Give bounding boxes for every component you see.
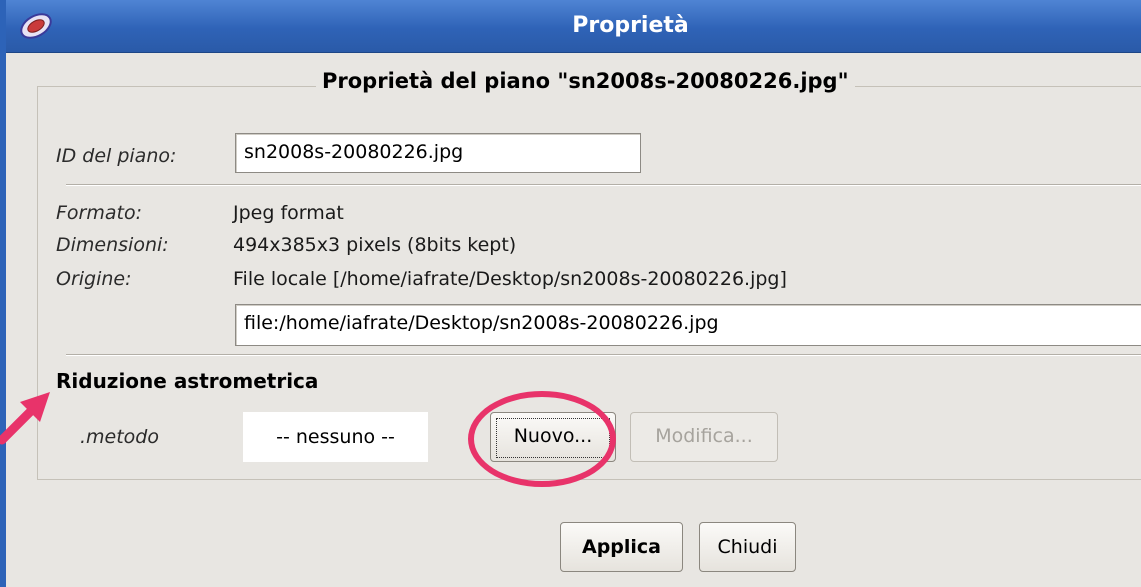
annotation-arrow-icon — [0, 392, 50, 445]
astrometry-heading: Riduzione astrometrica — [56, 369, 319, 393]
title-bar[interactable]: Proprietà — [0, 0, 1141, 53]
close-button-label: Chiudi — [717, 536, 778, 558]
dimensions-label: Dimensioni: — [56, 234, 169, 256]
separator — [66, 354, 1141, 356]
origin-url-input[interactable]: file:/home/iafrate/Desktop/sn2008s-20080… — [235, 304, 1141, 346]
method-label: .metodo — [80, 426, 159, 448]
edit-button[interactable]: Modifica... — [630, 412, 778, 462]
properties-dialog: Proprietà Proprietà del piano "sn2008s-2… — [0, 0, 1141, 587]
format-value: Jpeg format — [233, 202, 344, 224]
close-button[interactable]: Chiudi — [699, 522, 796, 572]
origin-label: Origine: — [56, 268, 132, 290]
format-label: Formato: — [56, 202, 142, 224]
group-title: Proprietà del piano "sn2008s-20080226.jp… — [316, 69, 855, 93]
apply-button[interactable]: Applica — [560, 522, 683, 572]
origin-value: File locale [/home/iafrate/Desktop/sn200… — [233, 268, 787, 290]
window-frame — [0, 0, 6, 587]
annotation-circle — [468, 391, 616, 487]
method-select[interactable]: -- nessuno -- — [243, 412, 428, 462]
edit-button-label: Modifica... — [655, 425, 753, 447]
id-label: ID del piano: — [56, 145, 177, 167]
plane-id-input[interactable]: sn2008s-20080226.jpg — [235, 133, 641, 173]
separator — [66, 184, 1141, 186]
window-title: Proprietà — [572, 13, 689, 38]
apply-button-label: Applica — [581, 536, 661, 558]
dimensions-value: 494x385x3 pixels (8bits kept) — [233, 234, 517, 256]
